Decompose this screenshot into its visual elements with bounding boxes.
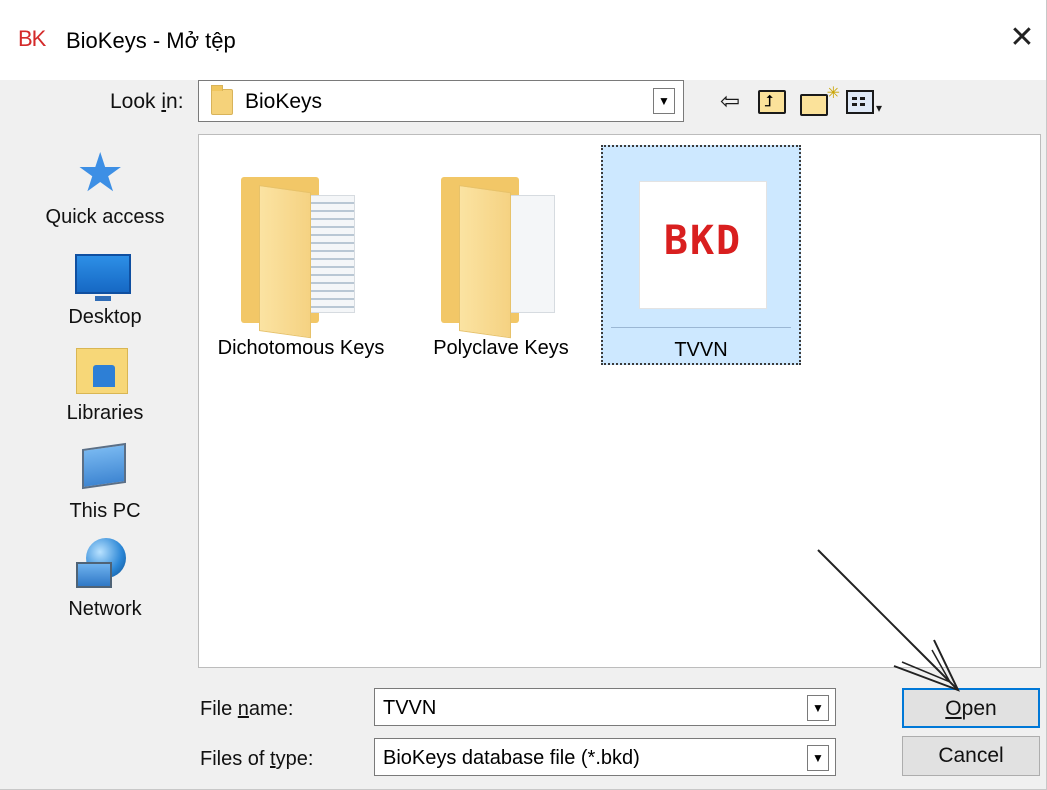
thumbnail-text: BKD <box>663 218 743 264</box>
file-name-input[interactable]: TVVN ▼ <box>374 688 836 726</box>
cancel-button[interactable]: Cancel <box>902 736 1040 776</box>
app-logo: BK <box>18 26 46 51</box>
file-type-value: BioKeys database file (*.bkd) <box>383 747 640 769</box>
file-item-folder[interactable]: Polyclave Keys <box>401 145 601 365</box>
place-this-pc[interactable]: This PC <box>30 442 180 536</box>
network-icon <box>76 562 112 588</box>
file-item-folder[interactable]: Dichotomous Keys <box>201 145 401 365</box>
chevron-down-icon[interactable]: ▼ <box>653 88 675 114</box>
bkd-file-thumbnail: BKD <box>639 181 767 309</box>
folder-icon <box>441 171 561 339</box>
place-quick-access[interactable]: ★ Quick access <box>30 140 180 234</box>
libraries-icon <box>76 348 128 394</box>
close-button[interactable]: ✕ <box>1002 18 1042 58</box>
places-bar: ★ Quick access Desktop Libraries This PC… <box>30 140 180 670</box>
place-label: Desktop <box>68 306 142 328</box>
chevron-down-icon[interactable]: ▼ <box>807 695 829 721</box>
up-one-level-icon[interactable] <box>758 88 786 116</box>
open-file-dialog: BK BioKeys - Mở tệp ✕ Look in: BioKeys ▼… <box>0 0 1047 790</box>
file-item-label: Polyclave Keys <box>433 337 569 359</box>
star-icon: ★ <box>76 143 125 203</box>
file-name-label: File name: <box>200 698 294 720</box>
computer-icon <box>82 442 126 490</box>
file-type-dropdown[interactable]: BioKeys database file (*.bkd) ▼ <box>374 738 836 776</box>
file-name-value: TVVN <box>383 697 437 719</box>
place-libraries[interactable]: Libraries <box>30 346 180 440</box>
window-title: BioKeys - Mở tệp <box>66 28 236 53</box>
chevron-down-icon[interactable]: ▼ <box>807 745 829 771</box>
file-item-label: Dichotomous Keys <box>217 337 385 359</box>
file-item-label: TVVN <box>674 339 728 361</box>
folder-icon <box>211 85 233 115</box>
file-item-selected[interactable]: BKD TVVN <box>601 145 801 365</box>
place-label: Network <box>68 598 142 620</box>
view-menu-button[interactable]: ▾ <box>846 90 890 115</box>
place-network[interactable]: Network <box>30 538 180 632</box>
close-icon: ✕ <box>1009 21 1035 54</box>
place-label: This PC <box>69 500 141 522</box>
look-in-label: Look in: <box>110 90 184 113</box>
place-desktop[interactable]: Desktop <box>30 250 180 344</box>
folder-icon <box>241 171 361 339</box>
title-bar: BK BioKeys - Mở tệp ✕ <box>0 0 1046 80</box>
open-button[interactable]: Open <box>902 688 1040 728</box>
back-arrow-icon[interactable]: ⇦ <box>720 88 748 116</box>
place-label: Libraries <box>66 402 144 424</box>
new-folder-icon[interactable] <box>800 80 840 116</box>
chevron-down-icon: ▾ <box>876 101 883 115</box>
view-details-icon <box>846 90 874 114</box>
look-in-dropdown[interactable]: BioKeys ▼ <box>198 80 684 122</box>
file-list-view[interactable]: Dichotomous Keys Polyclave Keys BKD TVVN <box>198 134 1041 668</box>
file-type-label: Files of type: <box>200 748 314 770</box>
place-label: Quick access <box>45 206 165 228</box>
thumbnail-divider <box>611 327 791 328</box>
desktop-icon <box>75 254 131 301</box>
look-in-value: BioKeys <box>245 90 323 113</box>
